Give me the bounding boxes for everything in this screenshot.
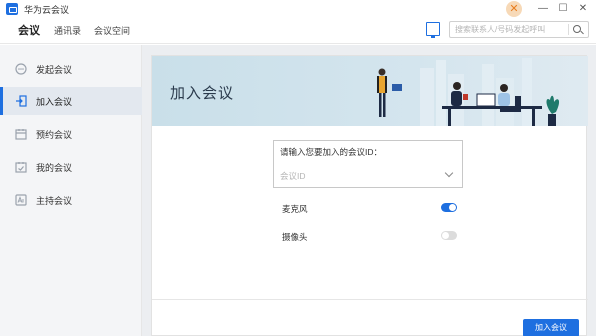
tab-meeting-space[interactable]: 会议空间 (94, 24, 130, 37)
maximize-button[interactable]: ☐ (556, 2, 570, 16)
join-meeting-panel: 加入会议 请输入您要加入的会议ID： 会议ID 麦克风 摄像头 加入会议 (151, 55, 588, 336)
panel-divider (152, 299, 588, 300)
microphone-label: 麦克风 (282, 204, 308, 214)
sidebar-item-label: 预约会议 (36, 130, 73, 140)
microphone-toggle[interactable] (441, 203, 457, 212)
sidebar-item-label: 我的会议 (36, 163, 73, 173)
banner-illustration (377, 58, 560, 126)
camera-toggle[interactable] (441, 231, 457, 240)
search-icon[interactable] (573, 25, 581, 33)
main-area: 加入会议 请输入您要加入的会议ID： 会议ID 麦克风 摄像头 加入会议 (142, 45, 596, 336)
title-bar: 华为云会议 ✕ — ☐ ✕ (0, 0, 596, 18)
chat-icon (15, 63, 27, 75)
close-button[interactable]: ✕ (576, 2, 590, 16)
sidebar-item-my-meetings[interactable]: 我的会议 (0, 153, 142, 181)
brand-x-icon: ✕ (506, 1, 522, 17)
toggle-knob (442, 232, 449, 239)
sidebar-item-label: 主持会议 (36, 196, 73, 206)
sidebar-item-label: 发起会议 (36, 65, 73, 75)
join-icon (15, 95, 27, 107)
sidebar-item-join-meeting[interactable]: 加入会议 (0, 87, 142, 115)
calendar-icon (15, 128, 27, 140)
minimize-button[interactable]: — (536, 2, 550, 16)
join-meeting-button[interactable]: 加入会议 (523, 319, 579, 336)
meeting-id-box: 请输入您要加入的会议ID： (273, 140, 463, 188)
sidebar-item-host-meeting[interactable]: 主持会议 (0, 186, 142, 214)
screen-share-icon[interactable] (426, 22, 440, 38)
host-icon (15, 194, 27, 206)
toggle-knob (449, 204, 456, 211)
app-logo-icon (6, 3, 18, 15)
banner: 加入会议 (152, 56, 588, 126)
camera-label: 摄像头 (282, 232, 308, 242)
meeting-id-label: 请输入您要加入的会议ID： (280, 147, 383, 157)
search-box (449, 21, 589, 38)
app-title: 华为云会议 (24, 5, 70, 15)
tab-meeting[interactable]: 会议 (18, 22, 40, 38)
chevron-down-icon[interactable] (444, 168, 454, 178)
meeting-id-input[interactable] (280, 170, 440, 182)
top-nav: 会议 通讯录 会议空间 (0, 18, 596, 44)
my-meeting-icon (15, 161, 27, 173)
sidebar-item-start-meeting[interactable]: 发起会议 (0, 55, 142, 83)
search-divider (568, 24, 569, 35)
tab-contacts[interactable]: 通讯录 (54, 24, 81, 37)
sidebar-item-schedule-meeting[interactable]: 预约会议 (0, 120, 142, 148)
search-input[interactable] (455, 23, 565, 36)
sidebar: 发起会议 加入会议 预约会议 我的会议 主持会议 (0, 45, 142, 336)
sidebar-item-label: 加入会议 (36, 97, 73, 107)
